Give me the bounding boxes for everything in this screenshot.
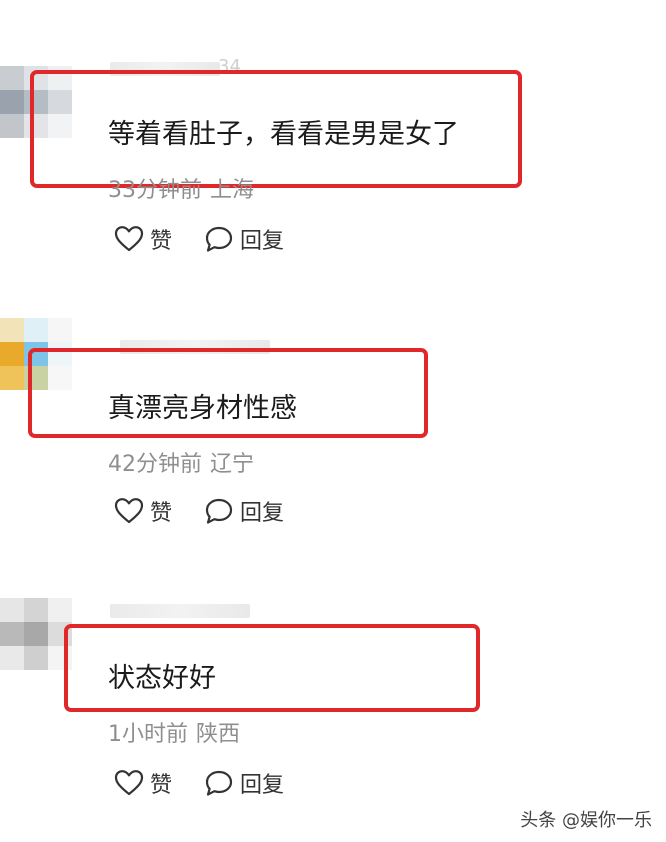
avatar[interactable] (0, 598, 72, 676)
heart-outline-icon (114, 770, 144, 796)
comment-location: 陕西 (196, 722, 241, 747)
comment-meta: 1小时前 陕西 (108, 716, 240, 748)
reply-label: 回复 (240, 773, 285, 798)
comment-actions: 赞 回复 (114, 766, 316, 800)
like-label: 赞 (150, 773, 173, 798)
watermark: 头条 @娱你一乐 (520, 810, 652, 831)
speech-bubble-icon (205, 770, 233, 796)
reply-button[interactable]: 回复 (204, 767, 284, 799)
like-button[interactable]: 赞 (114, 767, 172, 799)
username-blurred[interactable] (110, 604, 250, 618)
comment-text: 状态好好 (108, 663, 216, 694)
comment-item: 状态好好 1小时前 陕西 赞 回复 (0, 0, 666, 842)
comment-time: 1小时前 (108, 722, 188, 747)
